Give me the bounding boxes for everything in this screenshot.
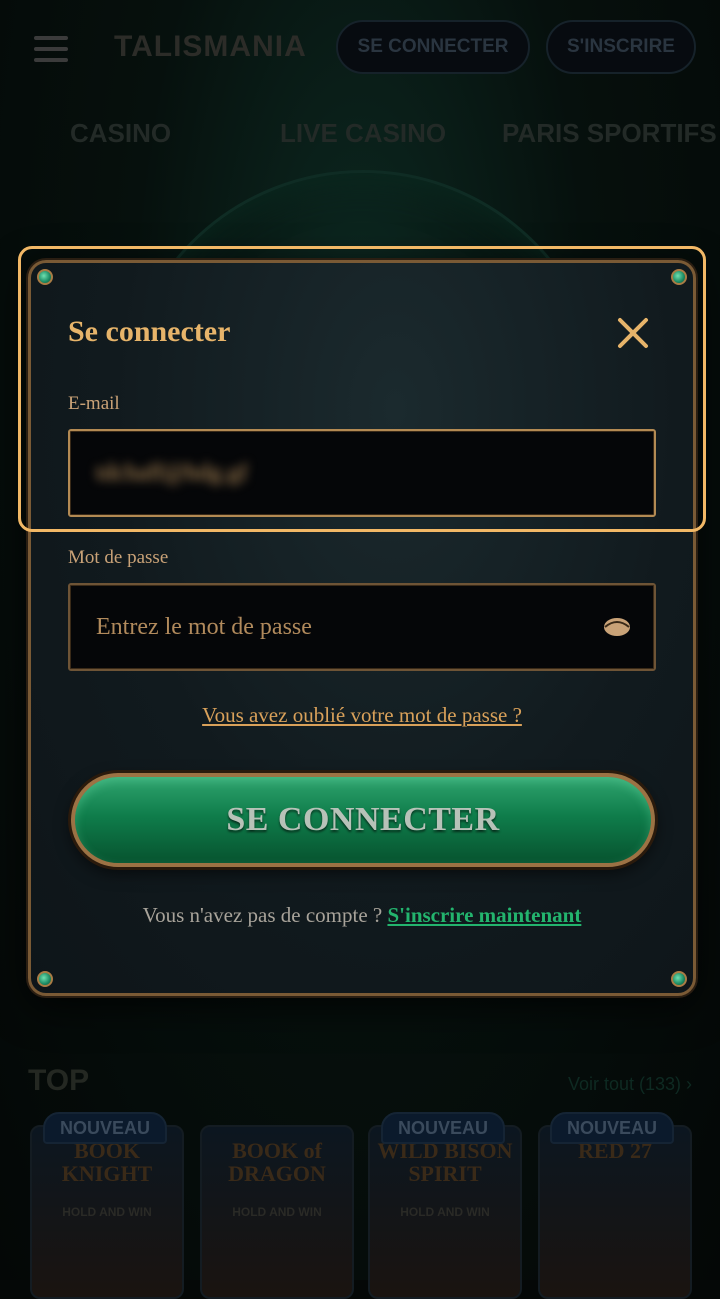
game-title: WILD BISON SPIRIT [377, 1138, 513, 1187]
game-card[interactable]: BOOK KNIGHT HOLD AND WIN [30, 1125, 184, 1299]
header-register-button[interactable]: S'INSCRIRE [546, 20, 696, 74]
forgot-password-link[interactable]: Vous avez oublié votre mot de passe ? [202, 703, 522, 727]
email-field-wrapper [68, 429, 656, 517]
tab-sports-betting[interactable]: PARIS SPORTIFS [502, 118, 717, 149]
new-badge: NOUVEAU [550, 1112, 674, 1144]
game-card[interactable]: WILD BISON SPIRIT HOLD AND WIN [368, 1125, 522, 1299]
eye-icon[interactable] [602, 615, 632, 639]
login-submit-button[interactable]: SE CONNECTER [71, 773, 655, 867]
game-subtitle: HOLD AND WIN [232, 1205, 322, 1219]
password-field-wrapper [68, 583, 656, 671]
game-card[interactable]: RED 27 [538, 1125, 692, 1299]
game-subtitle: HOLD AND WIN [62, 1205, 152, 1219]
forgot-password-row: Vous avez oublié votre mot de passe ? [31, 703, 693, 728]
tab-casino[interactable]: CASINO [70, 118, 171, 149]
header-login-button[interactable]: SE CONNECTER [336, 20, 530, 74]
signup-link[interactable]: S'inscrire maintenant [387, 903, 581, 927]
main-nav: CASINO LIVE CASINO PARIS SPORTIFS [0, 118, 720, 162]
gem-ornament [37, 971, 53, 987]
no-account-text: Vous n'avez pas de compte ? [142, 903, 383, 927]
tab-live-casino[interactable]: LIVE CASINO [280, 118, 446, 149]
see-all-link[interactable]: Voir tout (133) › [568, 1074, 692, 1095]
email-label: E-mail [68, 393, 120, 414]
new-badge: NOUVEAU [381, 1112, 505, 1144]
password-label: Mot de passe [68, 547, 169, 568]
game-title: BOOK of DRAGON [228, 1138, 326, 1187]
gem-ornament [671, 971, 687, 987]
section-title-top: TOP [28, 1064, 90, 1097]
signup-prompt: Vous n'avez pas de compte ? S'inscrire m… [31, 903, 693, 928]
modal-title: Se connecter [68, 315, 231, 348]
game-card[interactable]: BOOK of DRAGON HOLD AND WIN [200, 1125, 354, 1299]
gem-ornament [37, 269, 53, 285]
password-field[interactable] [70, 585, 654, 669]
menu-icon[interactable] [34, 36, 68, 62]
game-title: BOOK KNIGHT [61, 1138, 153, 1187]
close-icon[interactable] [615, 315, 651, 351]
gem-ornament [671, 269, 687, 285]
login-submit-label: SE CONNECTER [226, 801, 500, 838]
logo: TALISMANIA [114, 30, 307, 63]
login-modal: Se connecter E-mail Mot de passe Vous av… [28, 260, 696, 996]
new-badge: NOUVEAU [43, 1112, 167, 1144]
top-bar: TALISMANIA SE CONNECTER S'INSCRIRE [0, 0, 720, 100]
game-subtitle: HOLD AND WIN [400, 1205, 490, 1219]
email-field[interactable] [70, 431, 654, 515]
